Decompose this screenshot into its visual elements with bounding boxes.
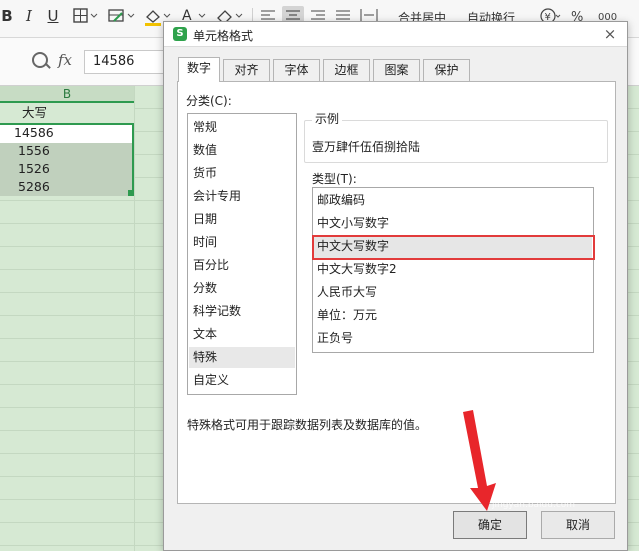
table-cell[interactable]: 1556 <box>0 142 134 160</box>
tab-alignment[interactable]: 对齐 <box>223 59 270 81</box>
column-header-b[interactable]: B <box>0 86 134 103</box>
list-item[interactable]: 数值 <box>189 140 295 161</box>
ok-button[interactable]: 确定 <box>453 511 527 539</box>
tab-protection[interactable]: 保护 <box>423 59 470 81</box>
tab-border[interactable]: 边框 <box>323 59 370 81</box>
number-tab-panel: 分类(C): 常规 数值 货币 会计专用 日期 时间 百分比 分数 科学记数 文… <box>177 81 616 504</box>
category-label: 分类(C): <box>186 94 232 108</box>
list-item[interactable]: 常规 <box>189 117 295 138</box>
tab-number[interactable]: 数字 <box>178 57 220 82</box>
category-list[interactable]: 常规 数值 货币 会计专用 日期 时间 百分比 分数 科学记数 文本 特殊 自定… <box>187 113 297 395</box>
list-item[interactable]: 时间 <box>189 232 295 253</box>
table-cell[interactable]: 5286 <box>0 178 134 196</box>
tab-patterns[interactable]: 图案 <box>373 59 420 81</box>
app-logo-icon: S <box>173 27 187 41</box>
type-list[interactable]: 邮政编码 中文小写数字 中文大写数字 中文大写数字2 人民币大写 单位：万元 正… <box>312 187 594 353</box>
sample-value: 壹万肆仟伍佰捌拾陆 <box>312 140 421 154</box>
type-label: 类型(T): <box>312 172 357 186</box>
list-item[interactable]: 分数 <box>189 278 295 299</box>
border-button[interactable] <box>72 6 98 26</box>
table-cell[interactable]: 14586 <box>0 124 134 142</box>
list-item[interactable]: 自定义 <box>189 370 295 391</box>
close-button[interactable]: × <box>599 24 621 44</box>
list-item-selected[interactable]: 特殊 <box>189 347 295 368</box>
dialog-title: 单元格格式 <box>193 29 254 43</box>
zoom-icon[interactable] <box>32 52 48 68</box>
list-item[interactable]: 百分比 <box>189 255 295 276</box>
format-icon <box>108 9 135 22</box>
list-item[interactable]: 中文小写数字 <box>314 212 592 235</box>
italic-button[interactable]: I <box>22 6 36 26</box>
column-divider <box>134 86 135 551</box>
underline-button[interactable]: U <box>46 6 60 26</box>
list-item[interactable]: 文本 <box>189 324 295 345</box>
cancel-button[interactable]: 取消 <box>541 511 615 539</box>
table-cell[interactable]: 1526 <box>0 160 134 178</box>
list-item[interactable]: 中文大写数字2 <box>314 258 592 281</box>
format-cells-dialog: S 单元格格式 × 数字 对齐 字体 边框 图案 保护 分类(C): 常规 数值… <box>163 21 628 551</box>
bold-button[interactable]: B <box>0 6 14 26</box>
list-item[interactable]: 单位：万元 <box>314 304 592 327</box>
list-item[interactable]: 正负号 <box>314 327 592 350</box>
list-item[interactable]: 日期 <box>189 209 295 230</box>
header-cell[interactable]: 大写 <box>0 104 134 122</box>
conditional-format-button[interactable] <box>106 6 136 26</box>
fx-label[interactable]: fx <box>58 51 72 69</box>
format-description: 特殊格式可用于跟踪数据列表及数据库的值。 <box>187 418 428 432</box>
border-icon <box>73 8 98 23</box>
list-item[interactable]: 货币 <box>189 163 295 184</box>
list-item[interactable]: 科学记数 <box>189 301 295 322</box>
list-item[interactable]: 会计专用 <box>189 186 295 207</box>
list-item[interactable]: 邮政编码 <box>314 189 592 212</box>
list-item-selected[interactable]: 中文大写数字 <box>314 235 592 258</box>
sample-label: 示例 <box>312 110 343 127</box>
tab-font[interactable]: 字体 <box>273 59 320 81</box>
formula-input[interactable]: 14586 <box>84 50 174 74</box>
fill-handle[interactable] <box>128 190 134 196</box>
list-item[interactable]: 人民币大写 <box>314 281 592 304</box>
dialog-titlebar[interactable]: S 单元格格式 × <box>164 22 627 47</box>
